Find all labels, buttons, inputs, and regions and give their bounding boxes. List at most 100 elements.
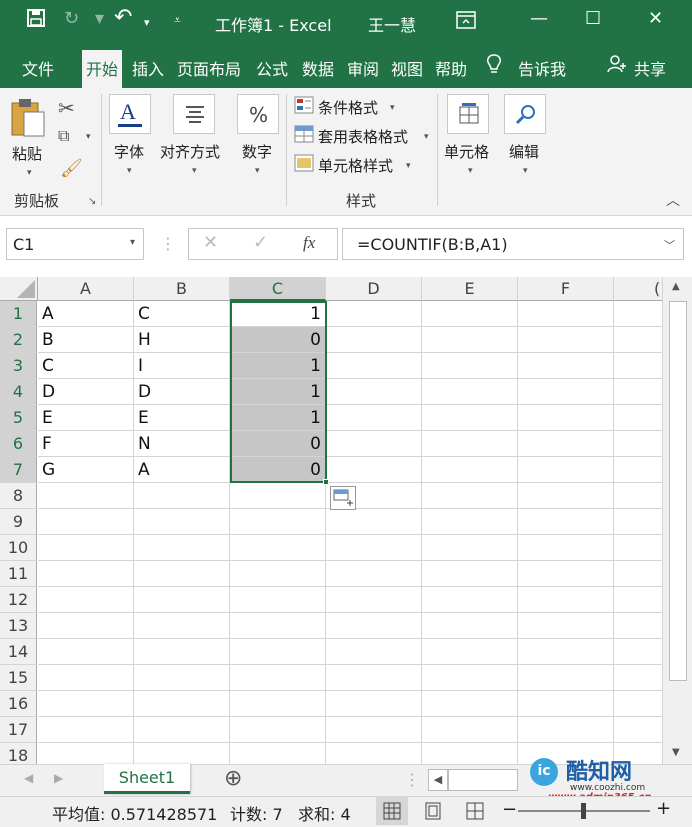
cell[interactable] — [518, 457, 614, 483]
cell[interactable]: 1 — [230, 301, 326, 327]
share-person-icon[interactable] — [607, 54, 627, 79]
cell[interactable] — [422, 717, 518, 743]
cell[interactable] — [614, 405, 662, 431]
cell[interactable] — [422, 405, 518, 431]
cell[interactable] — [326, 717, 422, 743]
cell[interactable] — [614, 613, 662, 639]
cell[interactable] — [518, 405, 614, 431]
vertical-scrollbar[interactable]: ▲ ▼ — [662, 277, 692, 764]
cell[interactable] — [134, 613, 230, 639]
tab-formulas[interactable]: 公式 — [256, 56, 288, 80]
page-break-preview-icon[interactable] — [466, 802, 484, 824]
cell[interactable] — [230, 613, 326, 639]
cell[interactable] — [518, 509, 614, 535]
cell[interactable]: 1 — [230, 405, 326, 431]
cell[interactable] — [326, 639, 422, 665]
cell[interactable] — [422, 665, 518, 691]
cell[interactable] — [422, 301, 518, 327]
cell[interactable] — [614, 691, 662, 717]
cell[interactable] — [38, 561, 134, 587]
minimize-button[interactable]: — — [530, 8, 548, 29]
formula-input[interactable]: =COUNTIF(B:B,A1) ﹀ — [342, 228, 684, 260]
cell[interactable] — [614, 509, 662, 535]
column-header-f[interactable]: F — [518, 277, 614, 301]
cell[interactable] — [518, 639, 614, 665]
cells-button-box[interactable] — [447, 94, 489, 134]
cell[interactable] — [326, 379, 422, 405]
customize-qat-icon[interactable]: ⩡ — [174, 13, 181, 28]
row-header[interactable]: 1 — [0, 301, 37, 327]
zoom-slider-thumb[interactable] — [581, 803, 586, 819]
editing-button-box[interactable] — [504, 94, 546, 134]
cell[interactable] — [134, 561, 230, 587]
row-header[interactable]: 4 — [0, 379, 37, 405]
conditional-formatting-dropdown-icon[interactable]: ▾ — [390, 103, 395, 113]
cell[interactable] — [518, 353, 614, 379]
cell[interactable] — [614, 717, 662, 743]
worksheet-grid[interactable]: A B C D E F ( 1AC12BH03CI14DD15EE16FN07G… — [0, 277, 662, 764]
editing-dropdown-icon[interactable]: ▾ — [523, 166, 528, 176]
cell[interactable] — [518, 483, 614, 509]
conditional-formatting-button[interactable]: 条件格式 — [318, 97, 378, 118]
cell[interactable] — [38, 691, 134, 717]
cell[interactable]: D — [134, 379, 230, 405]
cell[interactable] — [518, 691, 614, 717]
cell[interactable]: 1 — [230, 379, 326, 405]
save-icon[interactable] — [26, 8, 46, 33]
ribbon-display-options-icon[interactable] — [456, 11, 476, 33]
row-header[interactable]: 8 — [0, 483, 37, 509]
cell[interactable] — [38, 509, 134, 535]
cell[interactable] — [518, 613, 614, 639]
row-header[interactable]: 5 — [0, 405, 37, 431]
cell[interactable]: A — [38, 301, 134, 327]
cell[interactable] — [614, 353, 662, 379]
cell[interactable]: 0 — [230, 327, 326, 353]
scroll-left-icon[interactable]: ◀ — [428, 769, 448, 791]
scroll-down-icon[interactable]: ▼ — [672, 747, 680, 758]
row-header[interactable]: 12 — [0, 587, 37, 613]
cell[interactable] — [326, 353, 422, 379]
cell[interactable] — [518, 665, 614, 691]
font-button-box[interactable]: A — [109, 94, 151, 134]
cell[interactable] — [422, 743, 518, 764]
cell[interactable] — [134, 587, 230, 613]
row-header[interactable]: 2 — [0, 327, 37, 353]
cell[interactable] — [134, 665, 230, 691]
cell[interactable] — [326, 691, 422, 717]
column-header-d[interactable]: D — [326, 277, 422, 301]
cell[interactable] — [518, 717, 614, 743]
cell[interactable] — [614, 483, 662, 509]
cell[interactable] — [422, 327, 518, 353]
tab-home[interactable]: 开始 — [82, 50, 123, 88]
copy-icon[interactable]: ⧉ — [58, 126, 69, 146]
cell[interactable] — [230, 743, 326, 764]
row-header[interactable]: 16 — [0, 691, 37, 717]
number-button-box[interactable]: % — [237, 94, 279, 134]
cell[interactable] — [518, 301, 614, 327]
cell[interactable] — [614, 535, 662, 561]
column-header-c[interactable]: C — [230, 277, 326, 301]
font-dropdown-icon[interactable]: ▾ — [127, 166, 132, 176]
cell[interactable] — [326, 561, 422, 587]
close-button[interactable]: ✕ — [648, 8, 663, 29]
select-all-corner[interactable] — [0, 277, 38, 301]
tab-data[interactable]: 数据 — [302, 56, 334, 80]
cancel-icon[interactable]: ✕ — [203, 232, 218, 253]
cell[interactable]: E — [134, 405, 230, 431]
cell[interactable]: C — [38, 353, 134, 379]
cell[interactable] — [614, 665, 662, 691]
zoom-in-button[interactable]: + — [656, 798, 671, 819]
cell[interactable] — [422, 483, 518, 509]
cell[interactable] — [134, 691, 230, 717]
cell[interactable] — [134, 509, 230, 535]
cell[interactable] — [326, 665, 422, 691]
cell[interactable] — [230, 691, 326, 717]
cell[interactable] — [422, 353, 518, 379]
cell[interactable] — [230, 587, 326, 613]
cell[interactable] — [422, 509, 518, 535]
cell[interactable] — [518, 431, 614, 457]
cell[interactable]: F — [38, 431, 134, 457]
column-header-a[interactable]: A — [38, 277, 134, 301]
maximize-button[interactable]: ☐ — [585, 8, 601, 29]
cell[interactable] — [422, 457, 518, 483]
